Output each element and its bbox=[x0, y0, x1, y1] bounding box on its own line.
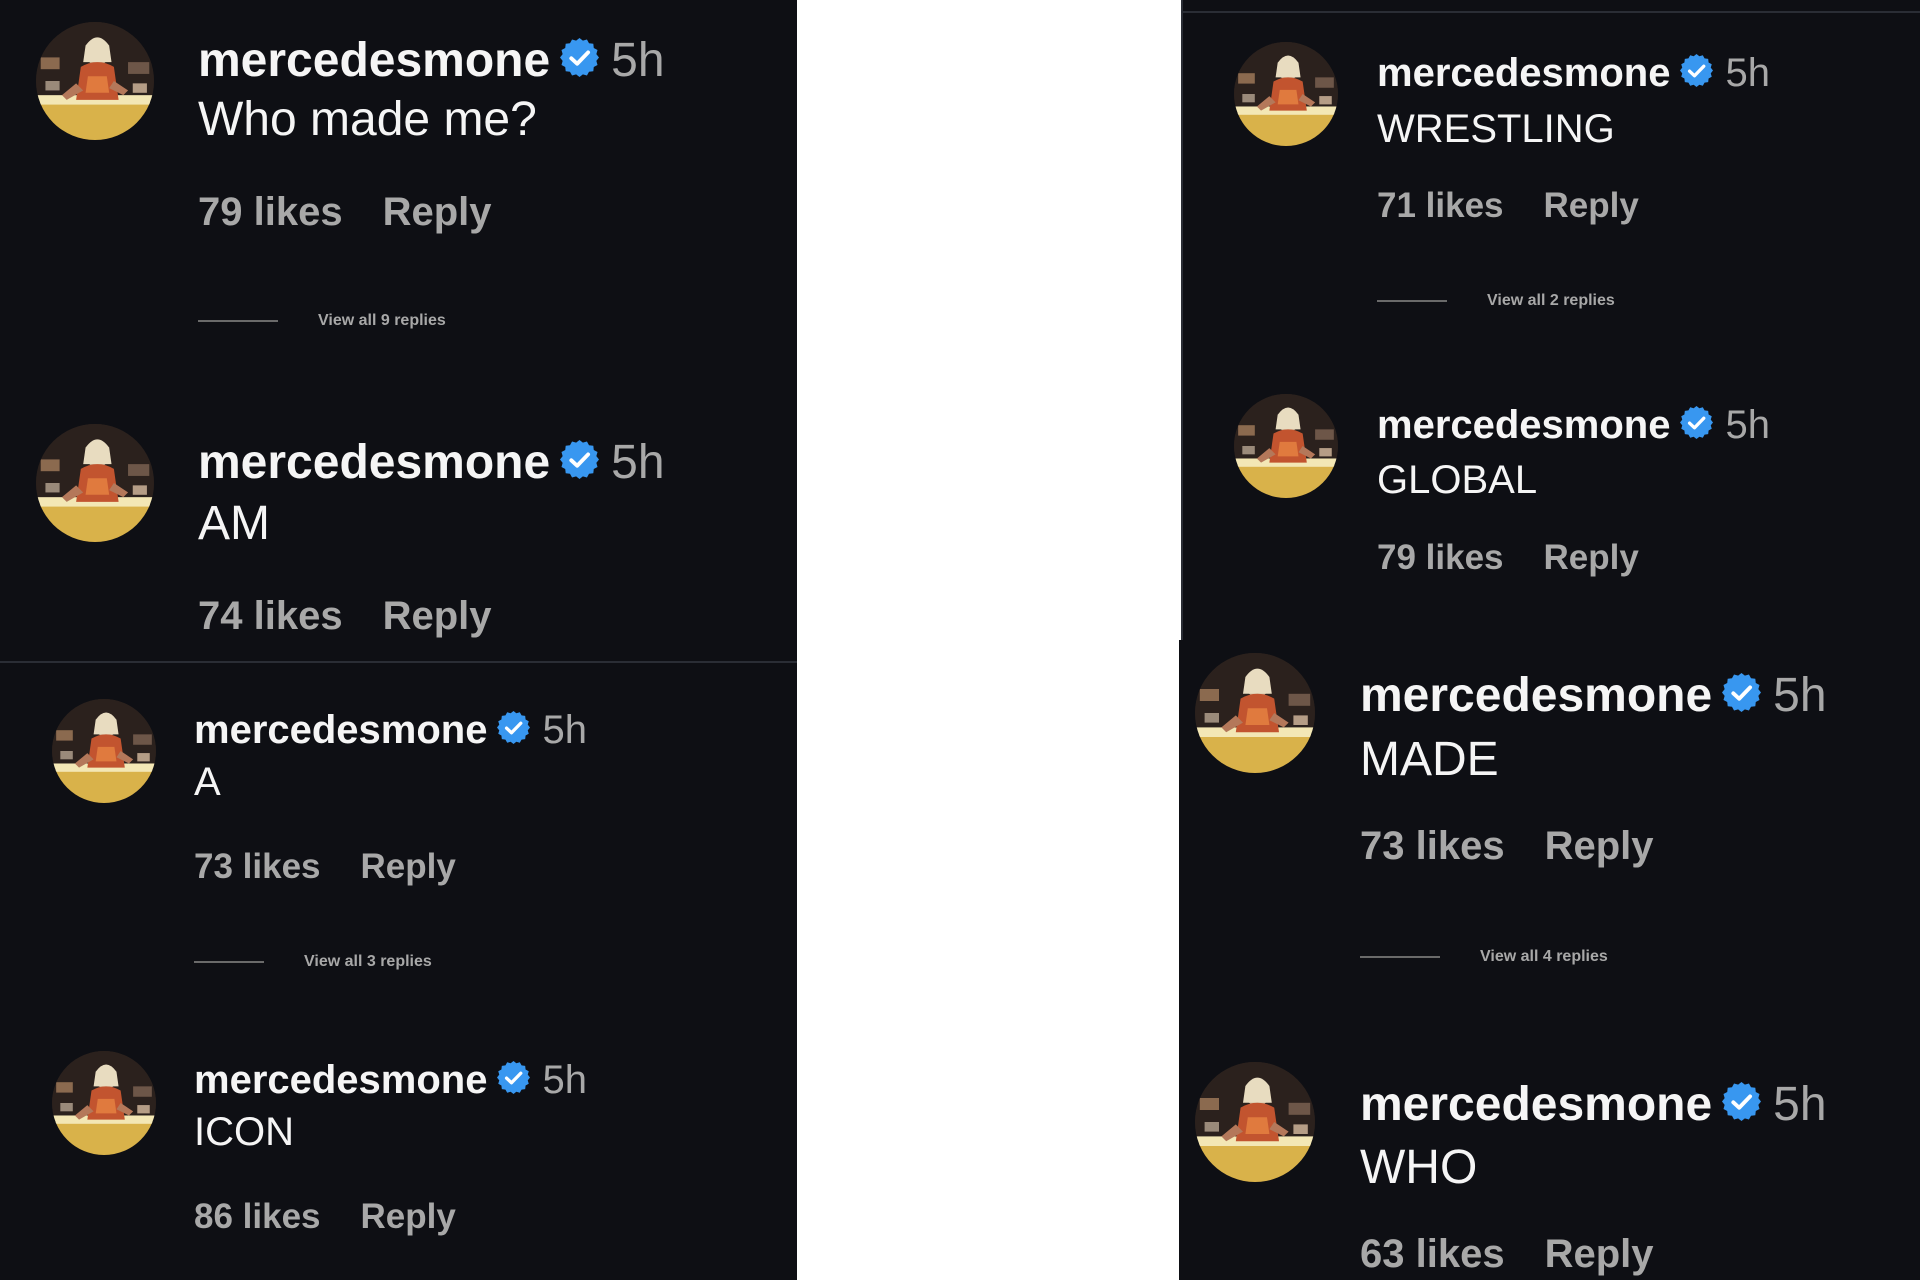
view-replies-button[interactable]: View all 9 replies bbox=[198, 312, 446, 330]
verified-badge-icon bbox=[497, 711, 531, 749]
username[interactable]: mercedesmone bbox=[1360, 668, 1712, 723]
like-count[interactable]: 73 likes bbox=[194, 847, 321, 886]
timestamp[interactable]: 5h bbox=[1725, 51, 1770, 96]
comments-panel-bottom-left: mercedesmone 5h A 73 likes Reply View all… bbox=[0, 663, 797, 1280]
verified-badge-icon bbox=[1722, 673, 1762, 717]
like-count[interactable]: 79 likes bbox=[198, 190, 343, 234]
reply-thread-line bbox=[1360, 956, 1440, 958]
avatar[interactable] bbox=[52, 699, 156, 803]
username[interactable]: mercedesmone bbox=[194, 1058, 487, 1103]
reply-button[interactable]: Reply bbox=[1544, 538, 1639, 577]
reply-button[interactable]: Reply bbox=[1545, 824, 1654, 868]
view-replies-label: View all 9 replies bbox=[318, 312, 446, 329]
username[interactable]: mercedesmone bbox=[1377, 51, 1670, 96]
verified-badge-icon bbox=[497, 1061, 531, 1099]
comment: mercedesmone 5h GLOBAL 79 likes Reply bbox=[1183, 384, 1920, 640]
verified-badge-icon bbox=[1722, 1082, 1762, 1126]
panel-divider bbox=[1183, 11, 1920, 13]
comment: mercedesmone 5h ICON 86 likes Reply bbox=[0, 1013, 797, 1280]
comments-panel-top-left: mercedesmone 5h Who made me? 79 likes Rep… bbox=[0, 0, 797, 662]
comment-text: AM bbox=[198, 497, 270, 550]
timestamp[interactable]: 5h bbox=[1773, 1077, 1826, 1132]
reply-button[interactable]: Reply bbox=[361, 1197, 456, 1236]
view-replies-label: View all 3 replies bbox=[304, 953, 432, 970]
view-replies-label: View all 4 replies bbox=[1480, 948, 1608, 965]
verified-badge-icon bbox=[560, 38, 600, 82]
avatar[interactable] bbox=[36, 424, 154, 542]
username[interactable]: mercedesmone bbox=[1360, 1077, 1712, 1132]
comment-text: MADE bbox=[1360, 733, 1499, 786]
timestamp[interactable]: 5h bbox=[1725, 403, 1770, 448]
comment-text: WHO bbox=[1360, 1141, 1478, 1194]
reply-thread-line bbox=[1377, 300, 1447, 302]
comment-text: WRESTLING bbox=[1377, 107, 1615, 151]
like-count[interactable]: 71 likes bbox=[1377, 186, 1504, 225]
timestamp[interactable]: 5h bbox=[542, 708, 587, 753]
view-replies-button[interactable]: View all 4 replies bbox=[1360, 948, 1608, 966]
username[interactable]: mercedesmone bbox=[198, 33, 550, 88]
like-count[interactable]: 73 likes bbox=[1360, 824, 1505, 868]
comment-text: Who made me? bbox=[198, 93, 537, 146]
comment: mercedesmone 5h WHO 63 likes Reply bbox=[1179, 1050, 1920, 1280]
view-replies-button[interactable]: View all 2 replies bbox=[1377, 292, 1615, 310]
reply-thread-line bbox=[194, 961, 264, 963]
comments-panel-top-right: mercedesmone 5h WRESTLING 71 likes Reply … bbox=[1183, 0, 1920, 640]
reply-button[interactable]: Reply bbox=[1544, 186, 1639, 225]
comment: mercedesmone 5h MADE 73 likes Reply View … bbox=[1179, 640, 1920, 1050]
avatar[interactable] bbox=[1195, 653, 1315, 773]
like-count[interactable]: 86 likes bbox=[194, 1197, 321, 1236]
verified-badge-icon bbox=[560, 440, 600, 484]
reply-button[interactable]: Reply bbox=[361, 847, 456, 886]
comment-text: ICON bbox=[194, 1110, 294, 1154]
view-replies-button[interactable]: View all 3 replies bbox=[194, 953, 432, 971]
avatar[interactable] bbox=[36, 22, 154, 140]
comment: mercedesmone 5h A 73 likes Reply View all… bbox=[0, 663, 797, 1013]
username[interactable]: mercedesmone bbox=[1377, 403, 1670, 448]
reply-button[interactable]: Reply bbox=[1545, 1232, 1654, 1276]
avatar[interactable] bbox=[1234, 42, 1338, 146]
avatar[interactable] bbox=[52, 1051, 156, 1155]
reply-button[interactable]: Reply bbox=[383, 190, 492, 234]
like-count[interactable]: 74 likes bbox=[198, 594, 343, 638]
verified-badge-icon bbox=[1680, 406, 1714, 444]
comment-text: A bbox=[194, 760, 221, 804]
verified-badge-icon bbox=[1680, 54, 1714, 92]
timestamp[interactable]: 5h bbox=[611, 435, 664, 490]
timestamp[interactable]: 5h bbox=[611, 33, 664, 88]
comment: mercedesmone 5h Who made me? 79 likes Rep… bbox=[0, 0, 797, 400]
timestamp[interactable]: 5h bbox=[1773, 668, 1826, 723]
comments-panel-bottom-right: mercedesmone 5h MADE 73 likes Reply View … bbox=[1179, 640, 1920, 1280]
comment-text: GLOBAL bbox=[1377, 458, 1538, 502]
avatar[interactable] bbox=[1234, 394, 1338, 498]
username[interactable]: mercedesmone bbox=[198, 435, 550, 490]
avatar[interactable] bbox=[1195, 1062, 1315, 1182]
reply-thread-line bbox=[198, 320, 278, 322]
comment: mercedesmone 5h WRESTLING 71 likes Reply … bbox=[1183, 14, 1920, 384]
comment: mercedesmone 5h AM 74 likes Reply bbox=[0, 400, 797, 662]
reply-button[interactable]: Reply bbox=[383, 594, 492, 638]
timestamp[interactable]: 5h bbox=[542, 1058, 587, 1103]
username[interactable]: mercedesmone bbox=[194, 708, 487, 753]
like-count[interactable]: 63 likes bbox=[1360, 1232, 1505, 1276]
view-replies-label: View all 2 replies bbox=[1487, 292, 1615, 309]
like-count[interactable]: 79 likes bbox=[1377, 538, 1504, 577]
